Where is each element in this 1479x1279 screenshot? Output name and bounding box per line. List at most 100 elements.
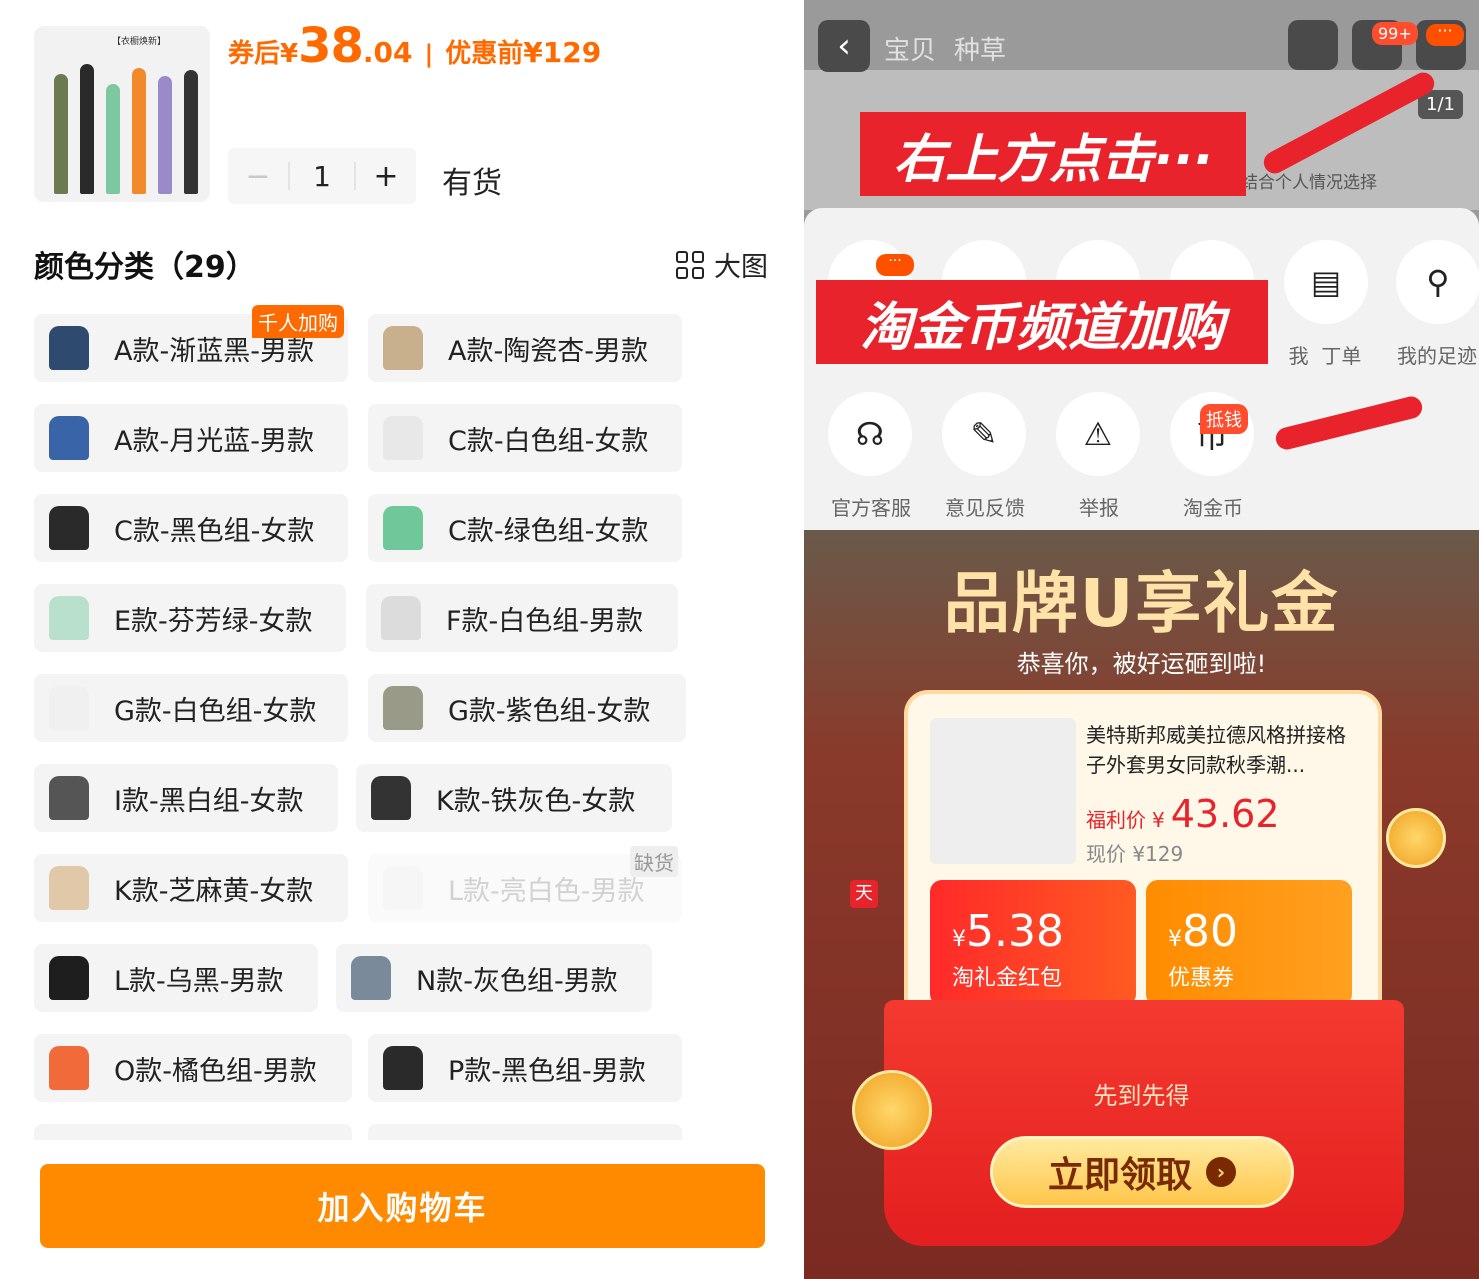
color-option[interactable]: K款-铁灰色-女款 xyxy=(356,764,672,832)
color-option[interactable]: A款-陶瓷杏-男款 xyxy=(368,314,682,382)
option-swatch xyxy=(360,769,422,827)
menu-label-service: 官方客服 xyxy=(831,496,911,520)
color-option[interactable]: L款-乌黑-男款 xyxy=(34,944,318,1012)
color-option[interactable]: I款-黑白组-女款 xyxy=(34,764,338,832)
after-coupon-label: 券后 xyxy=(228,39,281,69)
option-label: A款-陶瓷杏-男款 xyxy=(448,335,648,367)
screenshot-root: 【衣橱焕新】 券后 ¥ 38 .04 | 优惠前 ¥129 − 1 + 有货 颜… xyxy=(0,0,1479,1279)
currency-symbol: ¥ xyxy=(280,39,299,69)
option-swatch xyxy=(38,949,100,1007)
option-swatch xyxy=(38,769,100,827)
option-label: N款-灰色组-男款 xyxy=(416,965,618,997)
jacket-icon xyxy=(49,326,89,370)
jacket-icon xyxy=(383,506,423,550)
coupon-label: 优惠券 xyxy=(1168,966,1235,991)
side-tag: 天 xyxy=(850,880,878,908)
tab-grass[interactable]: 种草 xyxy=(954,30,1006,67)
color-option[interactable]: C款-绿色组-女款 xyxy=(368,494,682,562)
thumbnail-tag: 【衣橱焕新】 xyxy=(112,37,167,47)
color-option-list: A款-渐蓝黑-男款 A款-陶瓷杏-男款 A款-月光蓝-男款 C款-白色组-女款 C款-黑… xyxy=(0,300,804,1140)
tab-product[interactable]: 宝贝 xyxy=(884,30,936,67)
jacket-icon xyxy=(383,1046,423,1090)
promo-original-price: 现价 ¥129 xyxy=(1086,842,1184,866)
promo-title: 品牌U享礼金 xyxy=(943,565,1340,642)
warning-icon[interactable]: ⚠ xyxy=(1056,392,1140,476)
add-to-cart-button[interactable]: 加入购物车 xyxy=(40,1164,765,1248)
hint-text: 请结合个人情况选择 xyxy=(1224,173,1377,193)
option-label: L款-亮白色-男款 xyxy=(448,875,645,907)
quantity-increase-button[interactable]: + xyxy=(356,148,416,204)
color-option[interactable]: F款-白色组-男款 xyxy=(366,584,678,652)
color-option[interactable]: G款-白色组-女款 xyxy=(34,674,348,742)
model-figure xyxy=(132,68,146,194)
jacket-icon xyxy=(49,1046,89,1090)
model-figure xyxy=(80,64,94,194)
option-swatch xyxy=(372,319,434,377)
color-option[interactable]: C款-白色组-女款 xyxy=(368,404,682,472)
jacket-icon xyxy=(383,326,423,370)
color-option[interactable]: K款-芝麻黄-女款 xyxy=(34,854,348,922)
promo-product-image xyxy=(930,718,1076,864)
color-option-partial[interactable] xyxy=(368,1124,682,1140)
jacket-icon xyxy=(49,866,89,910)
color-option[interactable]: G款-紫色组-女款 xyxy=(368,674,686,742)
promo-currency: ¥ xyxy=(1152,808,1165,832)
option-label: G款-紫色组-女款 xyxy=(448,695,651,727)
jacket-icon xyxy=(351,956,391,1000)
jacket-icon xyxy=(49,776,89,820)
menu-dots-badge: ··· xyxy=(876,254,914,276)
edit-icon[interactable]: ✎ xyxy=(942,392,1026,476)
option-label: O款-橘色组-男款 xyxy=(114,1055,317,1087)
discount-coupon: ¥80 优惠券 xyxy=(1146,880,1352,1006)
gold-coin-decoration xyxy=(852,1070,932,1150)
color-option[interactable]: O款-橘色组-男款 xyxy=(34,1034,352,1102)
quantity-input[interactable]: 1 xyxy=(288,160,356,193)
option-swatch xyxy=(372,679,434,737)
color-option[interactable]: N款-灰色组-男款 xyxy=(336,944,652,1012)
red-envelope xyxy=(884,1000,1404,1246)
promo-product-name: 美特斯邦威美拉德风格拼接格子外套男女同款秋季潮... xyxy=(1086,723,1346,777)
chevron-left-icon: ‹ xyxy=(837,26,851,66)
menu-label-footprint: 我的足迹 xyxy=(1397,344,1477,368)
sku-selector-panel: 【衣橱焕新】 券后 ¥ 38 .04 | 优惠前 ¥129 − 1 + 有货 颜… xyxy=(0,0,804,1279)
more-badge: ··· xyxy=(1426,23,1464,46)
jacket-icon xyxy=(371,776,411,820)
footprint-icon[interactable]: ⚲ xyxy=(1396,240,1479,324)
option-swatch xyxy=(38,679,100,737)
option-label: G款-白色组-女款 xyxy=(114,695,317,727)
claim-button[interactable]: 立即领取 › xyxy=(990,1136,1294,1208)
price-row: 券后 ¥ 38 .04 | 优惠前 ¥129 xyxy=(228,18,601,74)
big-view-toggle[interactable]: 大图 xyxy=(676,245,768,284)
popular-badge: 千人加购 xyxy=(252,305,344,338)
color-option[interactable]: C款-黑色组-女款 xyxy=(34,494,348,562)
option-swatch xyxy=(38,1039,100,1097)
color-option-partial[interactable] xyxy=(34,1124,352,1140)
color-option[interactable]: P款-黑色组-男款 xyxy=(368,1034,682,1102)
category-title: 颜色分类（29） xyxy=(34,250,256,285)
option-swatch xyxy=(372,499,434,557)
promo-subtitle: 恭喜你，被好运砸到啦! xyxy=(1016,650,1267,678)
product-thumbnail: 【衣橱焕新】 xyxy=(34,26,210,202)
coupon-value: 5.38 xyxy=(966,906,1064,957)
clipboard-icon[interactable]: ▤ xyxy=(1284,240,1368,324)
claim-label: 立即领取 xyxy=(1047,1155,1192,1196)
color-option[interactable]: E款-芬芳绿-女款 xyxy=(34,584,346,652)
color-option[interactable]: A款-月光蓝-男款 xyxy=(34,404,348,472)
option-swatch xyxy=(340,949,402,1007)
option-swatch xyxy=(38,409,100,467)
model-figure xyxy=(106,84,120,194)
jacket-icon xyxy=(383,686,423,730)
quantity-decrease-button[interactable]: − xyxy=(228,148,288,204)
jacket-icon xyxy=(49,506,89,550)
grid-icon xyxy=(676,250,704,279)
option-swatch xyxy=(38,589,100,647)
option-swatch xyxy=(372,409,434,467)
price-decimal: .04 xyxy=(362,36,413,69)
back-button[interactable]: ‹ xyxy=(818,20,870,72)
headset-icon[interactable]: ☊ xyxy=(828,392,912,476)
option-swatch xyxy=(372,1039,434,1097)
model-figure xyxy=(184,70,198,194)
price-separator: | xyxy=(424,40,434,68)
option-swatch xyxy=(38,859,100,917)
share-icon[interactable] xyxy=(1288,20,1338,70)
